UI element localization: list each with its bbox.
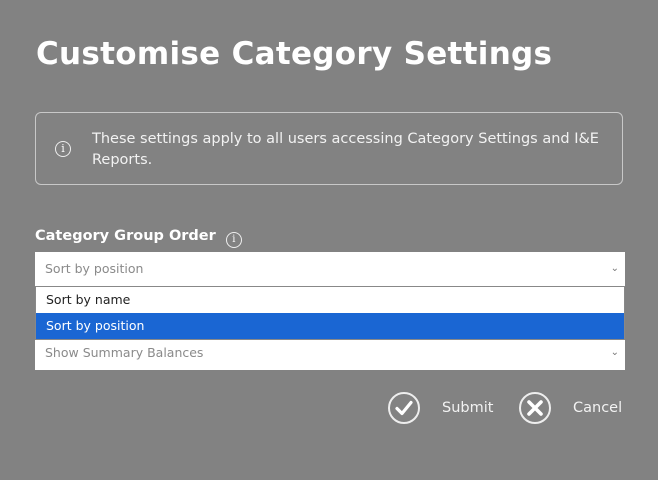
category-group-order-select[interactable]: Sort by position ⌄ xyxy=(35,252,625,286)
selected-value: Sort by position xyxy=(45,261,144,276)
check-icon xyxy=(388,392,420,424)
option-sort-by-position[interactable]: Sort by position xyxy=(36,313,624,339)
summary-balances-select[interactable]: Show Summary Balances ⌄ xyxy=(35,339,625,370)
cancel-button[interactable]: Cancel xyxy=(519,392,622,424)
category-group-order-dropdown: Sort by name Sort by position xyxy=(35,286,625,340)
category-group-order-label: Category Group Order i xyxy=(35,228,242,248)
page-title: Customise Category Settings xyxy=(36,36,553,72)
option-sort-by-name[interactable]: Sort by name xyxy=(36,287,624,313)
chevron-down-icon: ⌄ xyxy=(610,263,619,274)
chevron-down-icon: ⌄ xyxy=(610,347,619,358)
label-text: Category Group Order xyxy=(35,228,216,244)
cancel-label: Cancel xyxy=(573,400,623,416)
selected-value: Show Summary Balances xyxy=(45,345,204,360)
info-notice: i These settings apply to all users acce… xyxy=(35,112,623,185)
info-icon[interactable]: i xyxy=(225,232,242,248)
submit-label: Submit xyxy=(442,400,494,416)
submit-button[interactable]: Submit xyxy=(388,392,493,424)
notice-text: These settings apply to all users access… xyxy=(92,131,599,168)
info-icon: i xyxy=(55,141,71,157)
close-icon xyxy=(519,392,551,424)
